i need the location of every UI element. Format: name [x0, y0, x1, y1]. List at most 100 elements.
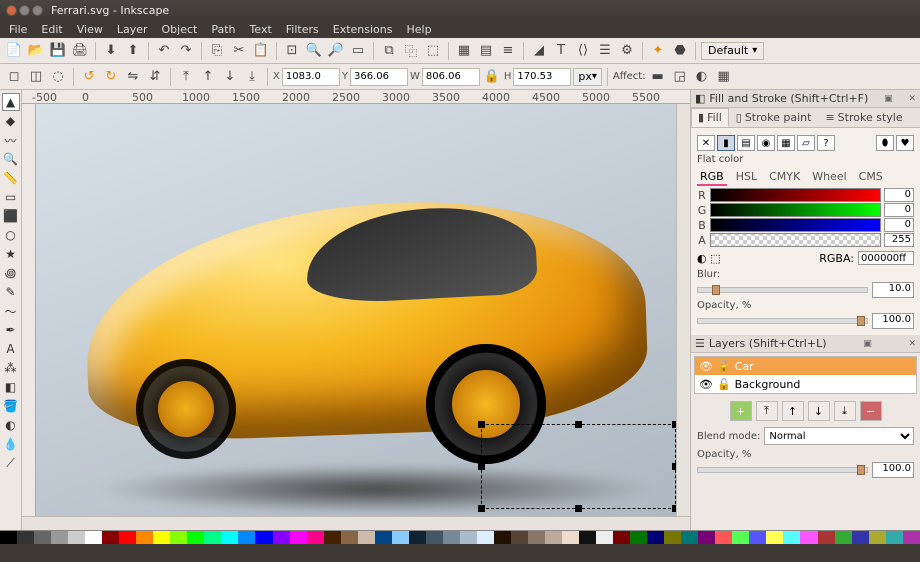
swatch[interactable] [528, 531, 545, 544]
raise-icon[interactable]: ↑ [198, 67, 218, 87]
swatch[interactable] [630, 531, 647, 544]
swatch[interactable] [409, 531, 426, 544]
layer-opacity-value[interactable]: 100.0 [872, 462, 914, 478]
menu-object[interactable]: Object [157, 22, 203, 37]
zoom-fit-icon[interactable]: ⊡ [282, 41, 302, 61]
redo-icon[interactable]: ↷ [176, 41, 196, 61]
connector-tool[interactable]: ⟋ [2, 454, 20, 472]
fill-dialog-icon[interactable]: ◢ [529, 41, 549, 61]
swatch[interactable] [51, 531, 68, 544]
pencil-tool[interactable]: ✎ [2, 283, 20, 301]
menu-extensions[interactable]: Extensions [328, 22, 398, 37]
selection-box[interactable] [481, 424, 676, 509]
swatch[interactable] [579, 531, 596, 544]
rgba-input[interactable] [858, 251, 914, 265]
layers-dialog-icon[interactable]: ☰ [595, 41, 615, 61]
dropper-tool[interactable]: 💧 [2, 435, 20, 453]
window-close-button[interactable] [6, 5, 17, 16]
swatch[interactable] [102, 531, 119, 544]
menu-layer[interactable]: Layer [112, 22, 153, 37]
swatch[interactable] [307, 531, 324, 544]
swatch[interactable] [68, 531, 85, 544]
layer-top-button[interactable]: ⤒ [756, 401, 778, 421]
calligraphy-tool[interactable]: ✒ [2, 321, 20, 339]
b-value[interactable]: 0 [884, 218, 914, 232]
3dbox-tool[interactable]: ⬛ [2, 207, 20, 225]
text-tool[interactable]: A [2, 340, 20, 358]
swatch[interactable] [85, 531, 102, 544]
paint-unknown-button[interactable]: ? [817, 135, 835, 151]
dropper-icon[interactable]: ◐ ⬚ [697, 252, 721, 265]
zoom-page-icon[interactable]: ▭ [348, 41, 368, 61]
swatch[interactable] [136, 531, 153, 544]
save-icon[interactable]: 💾 [48, 41, 68, 61]
swatch[interactable] [17, 531, 34, 544]
eraser-tool[interactable]: ◧ [2, 378, 20, 396]
a-slider[interactable] [710, 233, 881, 247]
select-layer-icon[interactable]: ◫ [26, 67, 46, 87]
swatch[interactable] [835, 531, 852, 544]
swatch[interactable] [800, 531, 817, 544]
unit-select[interactable]: px ▾ [573, 68, 602, 86]
blur-value[interactable]: 10.0 [872, 282, 914, 298]
star-tool[interactable]: ★ [2, 245, 20, 263]
colortab-rgb[interactable]: RGB [697, 169, 727, 186]
swatch[interactable] [852, 531, 869, 544]
swatch[interactable] [221, 531, 238, 544]
affect-corners-icon[interactable]: ◲ [670, 67, 690, 87]
opacity-value[interactable]: 100.0 [872, 313, 914, 329]
window-min-button[interactable] [19, 5, 30, 16]
raise-top-icon[interactable]: ⤒ [176, 67, 196, 87]
measure-tool[interactable]: 📏 [2, 169, 20, 187]
swatch[interactable] [460, 531, 477, 544]
flip-h-icon[interactable]: ⇋ [123, 67, 143, 87]
blur-slider[interactable] [697, 287, 868, 293]
lock-icon[interactable]: 🔓 [717, 360, 731, 373]
menu-file[interactable]: File [4, 22, 32, 37]
swatch[interactable] [732, 531, 749, 544]
swatch[interactable] [170, 531, 187, 544]
swatch[interactable] [477, 531, 494, 544]
undo-icon[interactable]: ↶ [154, 41, 174, 61]
swatch[interactable] [698, 531, 715, 544]
flip-v-icon[interactable]: ⇵ [145, 67, 165, 87]
panel-close-icon[interactable]: ✕ [908, 94, 916, 104]
colortab-cms[interactable]: CMS [856, 169, 886, 186]
layers-close-icon[interactable]: ✕ [908, 339, 916, 349]
text-dialog-icon[interactable]: T [551, 41, 571, 61]
swatch[interactable] [903, 531, 920, 544]
open-icon[interactable]: 📂 [26, 41, 46, 61]
swatch[interactable] [255, 531, 272, 544]
swatch[interactable] [324, 531, 341, 544]
swatch[interactable] [273, 531, 290, 544]
affect-gradient-icon[interactable]: ◐ [692, 67, 712, 87]
layer-opacity-slider[interactable] [697, 467, 868, 473]
colortab-hsl[interactable]: HSL [733, 169, 760, 186]
paint-flat-button[interactable]: ▮ [717, 135, 735, 151]
affect-stroke-icon[interactable]: ▬ [648, 67, 668, 87]
new-icon[interactable]: 📄 [4, 41, 24, 61]
paint-pattern-button[interactable]: ▦ [777, 135, 795, 151]
panel-minimize-icon[interactable]: ▣ [884, 94, 893, 104]
colortab-cmyk[interactable]: CMYK [766, 169, 803, 186]
deselect-icon[interactable]: ◌ [48, 67, 68, 87]
selector-icon[interactable]: ✦ [648, 41, 668, 61]
a-value[interactable]: 255 [884, 233, 914, 247]
node-tool[interactable]: ◆ [2, 112, 20, 130]
swatch[interactable] [886, 531, 903, 544]
ungroup-icon[interactable]: ▤ [476, 41, 496, 61]
align-icon[interactable]: ≡ [498, 41, 518, 61]
visibility-icon[interactable]: 👁 [699, 360, 713, 373]
print-icon[interactable]: 🖨 [70, 41, 90, 61]
xml-dialog-icon[interactable]: ⟨⟩ [573, 41, 593, 61]
layer-delete-button[interactable]: − [860, 401, 882, 421]
swatch[interactable] [664, 531, 681, 544]
menu-text[interactable]: Text [245, 22, 277, 37]
swatch[interactable] [818, 531, 835, 544]
g-slider[interactable] [710, 203, 881, 217]
r-slider[interactable] [710, 188, 881, 202]
unlink-icon[interactable]: ⬚ [423, 41, 443, 61]
swatch[interactable] [375, 531, 392, 544]
scrollbar-vertical[interactable] [676, 104, 690, 516]
bezier-tool[interactable]: 〜 [2, 302, 20, 320]
